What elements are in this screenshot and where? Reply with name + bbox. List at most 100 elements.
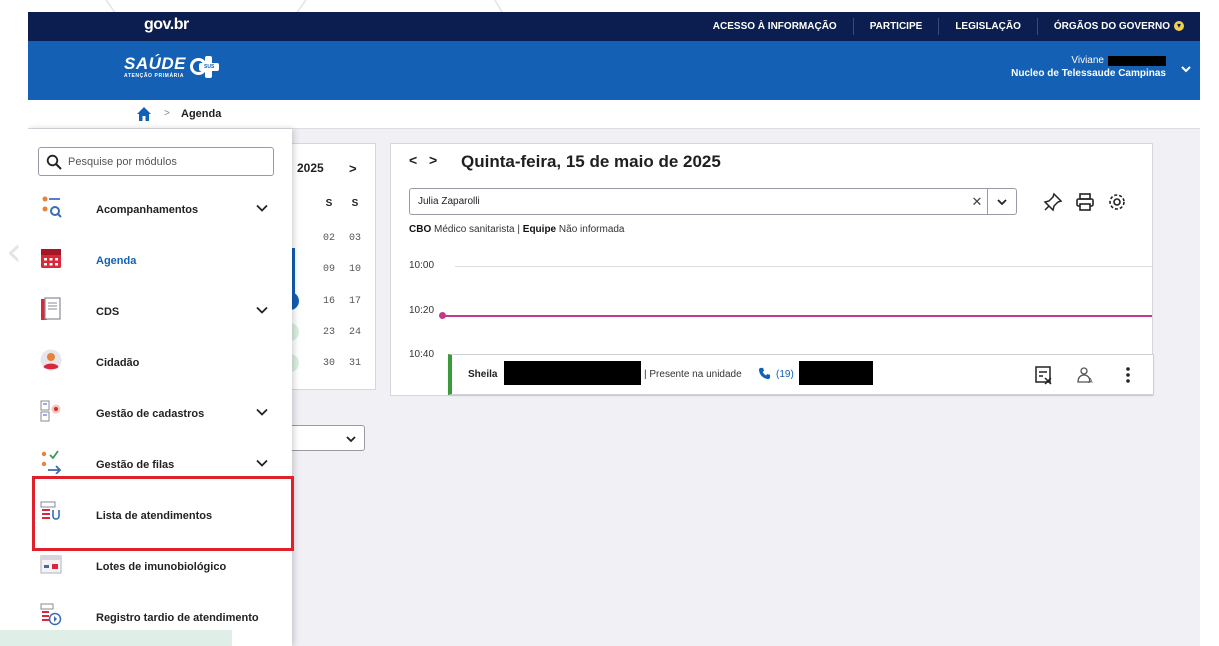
search-input[interactable] xyxy=(68,155,268,168)
phone-icon xyxy=(758,367,771,380)
time-slot-label: 10:40 xyxy=(409,349,435,360)
vaccine-batch-icon xyxy=(40,555,62,574)
person-attend-icon[interactable]: A xyxy=(1076,365,1096,385)
calendar-day[interactable]: 10 xyxy=(345,264,365,275)
registry-icon xyxy=(40,400,61,422)
brand-name: SAÚDE xyxy=(124,54,187,73)
professional-select[interactable]: Julia Zaparolli ✕ xyxy=(409,188,1017,215)
print-icon[interactable] xyxy=(1075,192,1095,212)
stethoscope-list-icon xyxy=(40,501,60,520)
sidebar-item-label: Registro tardio de atendimento xyxy=(96,611,259,624)
sidebar-item-gestao-cadastros[interactable]: Gestão de cadastros xyxy=(28,388,292,439)
team-label: Equipe xyxy=(522,224,557,235)
sidebar-item-agenda[interactable]: Agenda xyxy=(28,235,292,286)
previous-day-button[interactable]: < xyxy=(409,152,417,168)
user-menu[interactable]: Viviane Nucleo de Telessaude Campinas xyxy=(1011,55,1166,79)
redacted-block xyxy=(1108,55,1166,66)
sidebar-item-label: CDS xyxy=(96,305,120,318)
weekday-label: S xyxy=(325,198,333,209)
sidebar-item-label: Gestão de filas xyxy=(96,458,175,471)
weekday-label: S xyxy=(351,198,359,209)
sidebar-item-acompanhamentos[interactable]: Acompanhamentos xyxy=(28,184,292,235)
module-search[interactable] xyxy=(38,147,274,176)
sidebar-item-label: Agenda xyxy=(96,254,137,267)
sidebar-item-label: Lotes de imunobiológico xyxy=(96,560,227,573)
bottom-tooltip-strip xyxy=(0,630,232,646)
chevron-down-icon xyxy=(997,198,1007,205)
sidebar-item-lista-atendimentos[interactable]: Lista de atendimentos xyxy=(28,490,292,541)
breadcrumb: > Agenda xyxy=(28,100,1200,129)
calendar-day[interactable]: 17 xyxy=(345,296,365,307)
calendar-day[interactable]: 24 xyxy=(345,327,365,338)
chevron-down-icon xyxy=(256,306,268,314)
app-window: gov.br ACESSO À INFORMAÇÃO PARTICIPE LEG… xyxy=(28,12,1200,646)
more-options-icon[interactable] xyxy=(1118,365,1138,385)
svg-text:A: A xyxy=(1088,378,1093,385)
breadcrumb-separator: > xyxy=(164,108,170,119)
calendar-next-button[interactable]: > xyxy=(349,161,357,176)
gov-link-orgaos[interactable]: ÓRGÃOS DO GOVERNO ▾ xyxy=(1036,18,1200,35)
pin-icon[interactable] xyxy=(1043,192,1063,212)
cancel-record-icon[interactable] xyxy=(1034,365,1054,385)
main-header: SAÚDE ATENÇÃO PRIMÁRIA SUS Viviane Nucle… xyxy=(28,41,1200,100)
gov-bar: gov.br ACESSO À INFORMAÇÃO PARTICIPE LEG… xyxy=(28,12,1200,41)
next-day-button[interactable]: > xyxy=(429,152,437,168)
sidebar-item-cidadao[interactable]: Cidadão xyxy=(28,337,292,388)
cbo-value: Médico sanitarista xyxy=(434,224,515,235)
chevron-down-icon: ▾ xyxy=(1174,21,1184,32)
calendar-day[interactable]: 02 xyxy=(319,233,339,244)
appointment-status: | Presente na unidade xyxy=(644,369,742,380)
app-logo[interactable]: SAÚDE ATENÇÃO PRIMÁRIA SUS xyxy=(124,55,220,79)
dropdown-toggle[interactable] xyxy=(988,188,1016,215)
time-slot-line xyxy=(455,266,1152,267)
redacted-block xyxy=(504,361,641,385)
sidebar-item-label: Gestão de cadastros xyxy=(96,407,205,420)
redacted-block xyxy=(799,361,873,385)
chevron-down-icon xyxy=(256,204,268,212)
gov-link-participe[interactable]: PARTICIPE xyxy=(852,18,939,35)
sidebar-item-label: Cidadão xyxy=(96,356,140,369)
gov-link-orgaos-label: ÓRGÃOS DO GOVERNO xyxy=(1053,21,1170,32)
user-name: Viviane xyxy=(1071,55,1104,66)
calendar-day[interactable]: 16 xyxy=(319,296,339,307)
brand-subtitle: ATENÇÃO PRIMÁRIA xyxy=(124,73,185,79)
clear-icon[interactable]: ✕ xyxy=(967,194,987,210)
calendar-day[interactable]: 30 xyxy=(319,358,339,369)
chevron-down-icon xyxy=(256,408,268,416)
esus-logo-icon: SUS xyxy=(190,56,220,78)
sidebar-item-lotes-imunobiologico[interactable]: Lotes de imunobiológico xyxy=(28,541,292,592)
user-unit: Nucleo de Telessaude Campinas xyxy=(1011,68,1166,79)
cbo-label: CBO xyxy=(409,224,432,235)
cds-document-icon xyxy=(41,297,61,320)
sidebar-item-gestao-filas[interactable]: Gestão de filas xyxy=(28,439,292,490)
team-value: Não informada xyxy=(558,224,625,235)
calendar-day[interactable]: 09 xyxy=(319,264,339,275)
patient-phone: (19) xyxy=(776,369,794,380)
calendar-icon xyxy=(41,249,61,268)
calendar-day[interactable]: 03 xyxy=(345,233,365,244)
professional-value: Julia Zaparolli xyxy=(418,196,480,207)
gov-logo[interactable]: gov.br xyxy=(144,16,189,34)
calendar-year: 2025 xyxy=(297,161,324,175)
late-record-icon xyxy=(40,603,62,626)
calendar-day[interactable]: 23 xyxy=(319,327,339,338)
sidebar-item-label: Acompanhamentos xyxy=(96,203,199,216)
gov-link-acesso[interactable]: ACESSO À INFORMAÇÃO xyxy=(697,18,853,35)
sidebar-menu: Acompanhamentos Agenda CDS Cidadão Gestã… xyxy=(28,184,292,643)
time-slot-label: 10:20 xyxy=(409,305,435,316)
patient-name: Sheila xyxy=(468,369,498,380)
gear-icon[interactable] xyxy=(1107,192,1127,212)
home-icon[interactable] xyxy=(136,106,152,122)
professional-info: CBO Médico sanitarista | Equipe Não info… xyxy=(409,224,625,235)
chevron-down-icon[interactable] xyxy=(1180,63,1192,75)
gov-link-legislacao[interactable]: LEGISLAÇÃO xyxy=(938,18,1037,35)
decorative-chevron-icon: ‹ xyxy=(6,229,22,275)
calendar-day[interactable]: 31 xyxy=(345,358,365,369)
sidebar-item-cds[interactable]: CDS xyxy=(28,286,292,337)
appointment-card[interactable]: Sheila | Presente na unidade (19) A xyxy=(448,354,1154,395)
chevron-down-icon xyxy=(256,459,268,467)
gov-links: ACESSO À INFORMAÇÃO PARTICIPE LEGISLAÇÃO… xyxy=(697,12,1200,41)
queue-icon xyxy=(41,450,62,474)
citizen-avatar-icon xyxy=(40,349,62,371)
chevron-down-icon xyxy=(346,436,356,443)
